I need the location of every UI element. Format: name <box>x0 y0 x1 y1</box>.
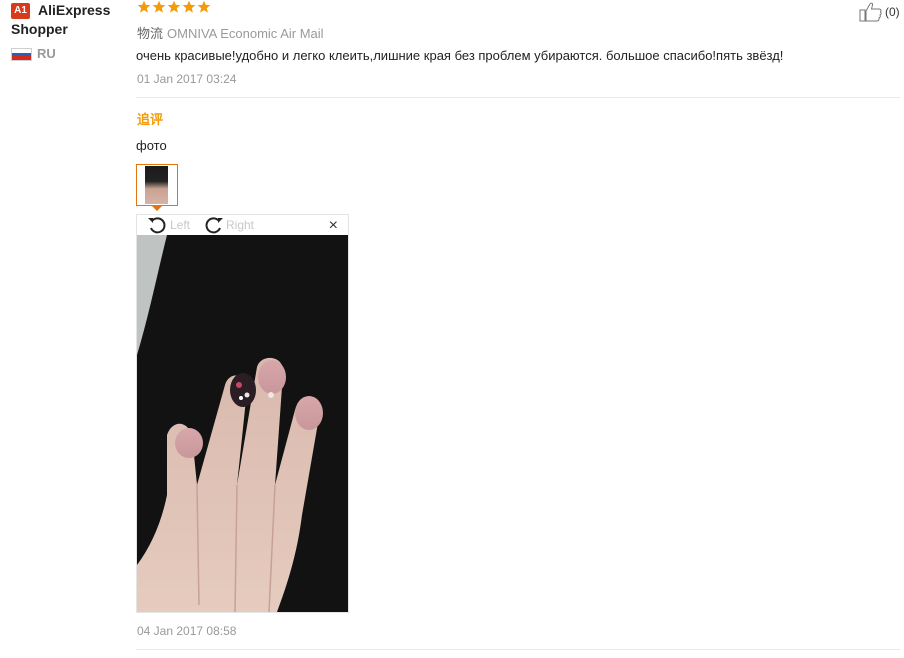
photo-thumbnail[interactable] <box>136 164 178 206</box>
level-badge: A1 <box>11 3 30 19</box>
star-icon <box>137 0 151 13</box>
review-date: 01 Jan 2017 03:24 <box>137 72 237 86</box>
thumbnail-pointer <box>151 205 163 211</box>
rotate-right-button[interactable]: Right <box>203 215 254 235</box>
logistics-info: 物流 OMNIVA Economic Air Mail <box>137 23 324 42</box>
thumbs-up-icon <box>859 2 882 22</box>
russia-flag-icon <box>11 48 32 61</box>
reviewer-country: RU <box>37 46 56 61</box>
helpful-button[interactable]: (0) <box>859 2 900 22</box>
viewer-toolbar: Left Right × <box>137 215 348 236</box>
divider <box>136 649 900 650</box>
review-text: очень красивые!удобно и легко клеить,лиш… <box>136 48 784 63</box>
star-icon <box>167 0 181 13</box>
image-viewer: Left Right × <box>136 214 349 613</box>
rotate-left-label: Left <box>170 218 191 232</box>
rotate-right-icon <box>205 217 223 234</box>
star-icon <box>182 0 196 13</box>
followup-date: 04 Jan 2017 08:58 <box>137 624 237 638</box>
logistics-value: OMNIVA Economic Air Mail <box>167 26 324 41</box>
followup-label: 追评 <box>137 112 164 127</box>
divider <box>136 97 900 98</box>
rotate-right-label: Right <box>226 218 255 232</box>
followup-text: фото <box>136 138 167 153</box>
close-viewer-button[interactable]: × <box>329 218 338 234</box>
helpful-count: (0) <box>885 5 900 19</box>
thumbnail-image <box>145 166 168 204</box>
star-icon <box>152 0 166 13</box>
review-photo <box>137 235 348 612</box>
logistics-label: 物流 <box>137 26 164 41</box>
star-icon <box>197 0 211 13</box>
rotate-left-icon <box>148 217 166 234</box>
rating-stars <box>137 0 211 14</box>
rotate-left-button[interactable]: Left <box>147 215 190 235</box>
